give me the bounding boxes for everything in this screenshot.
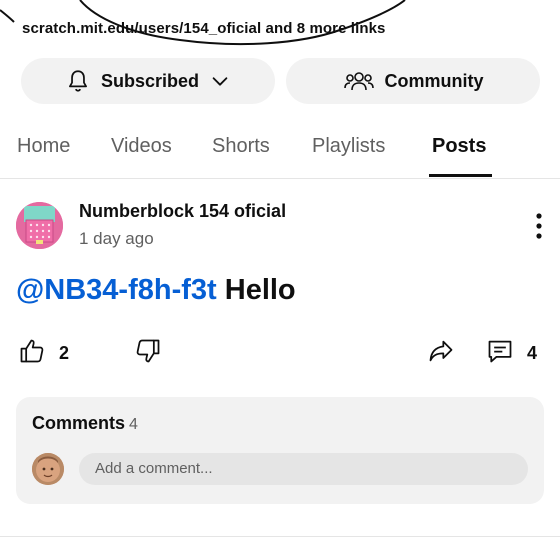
post-timestamp: 1 day ago <box>79 229 154 248</box>
section-divider <box>0 536 560 537</box>
share-button[interactable] <box>426 337 456 370</box>
share-icon <box>426 337 456 370</box>
comments-header: Comments 4 <box>32 413 138 434</box>
subscribed-label: Subscribed <box>100 70 200 91</box>
active-tab-indicator <box>429 174 492 177</box>
channel-name[interactable]: Numberblock 154 oficial <box>79 201 286 222</box>
like-button[interactable]: 2 <box>17 337 69 370</box>
more-vert-icon[interactable] <box>532 211 546 241</box>
channel-tabs: Home Videos Shorts Playlists Posts <box>0 120 560 179</box>
tab-posts[interactable]: Posts <box>432 135 486 158</box>
like-count: 2 <box>59 343 70 363</box>
thumb-up-icon <box>17 337 47 370</box>
bell-icon <box>65 68 91 94</box>
post-content: @NB34-f8h-f3t Hello <box>16 274 296 307</box>
community-label: Community <box>384 70 484 91</box>
channel-avatar[interactable] <box>16 202 63 249</box>
user-avatar <box>32 453 64 485</box>
mention-link[interactable]: @NB34-f8h-f3t <box>16 274 217 306</box>
tab-home[interactable]: Home <box>17 135 70 158</box>
tab-playlists[interactable]: Playlists <box>312 135 385 158</box>
thumb-down-icon <box>133 337 163 370</box>
comment-button[interactable]: 4 <box>485 337 537 370</box>
comments-count: 4 <box>129 416 138 433</box>
comment-count: 4 <box>527 343 538 363</box>
comments-title: Comments <box>32 413 126 433</box>
community-button[interactable]: Community <box>286 58 540 104</box>
comment-icon <box>485 337 515 370</box>
community-icon <box>343 68 375 94</box>
channel-links[interactable]: scratch.mit.edu/users/154_oficial and 8 … <box>22 20 385 37</box>
dislike-button[interactable] <box>133 337 163 370</box>
comments-section[interactable]: Comments 4 Add a comment... <box>16 397 544 504</box>
subscribed-button[interactable]: Subscribed <box>21 58 275 104</box>
tab-shorts[interactable]: Shorts <box>212 135 270 158</box>
add-comment-input[interactable]: Add a comment... <box>79 453 528 485</box>
tab-videos[interactable]: Videos <box>111 135 172 158</box>
post-message: Hello <box>224 274 296 306</box>
chevron-down-icon <box>209 70 231 92</box>
